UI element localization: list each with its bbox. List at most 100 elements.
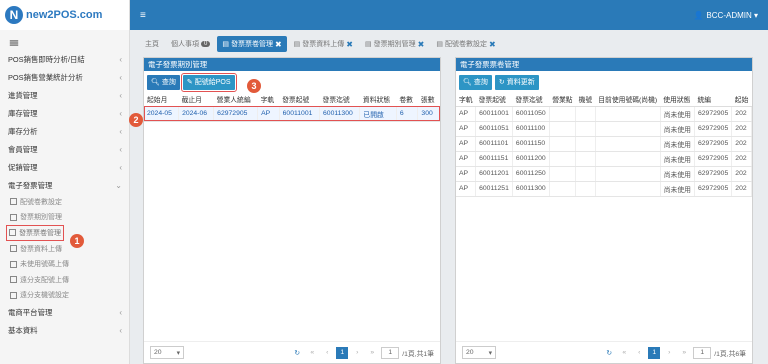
tab-invoice-roll[interactable]: ▤ 發票票卷管理 ✖ xyxy=(217,36,287,52)
sidebar-item[interactable]: 庫存分析 ‹ xyxy=(0,122,129,140)
user-menu[interactable]: 👤 BCC-ADMIN ▾ xyxy=(693,11,758,20)
table-row[interactable]: AP 60011201 60011250 尚未使用 62972905 202 xyxy=(456,166,752,182)
sidebar-item[interactable]: 會員管理 ‹ xyxy=(0,140,129,158)
search-icon: 🔍︎ xyxy=(463,79,472,86)
column-header[interactable]: 機號 xyxy=(575,93,596,107)
last-page-button[interactable]: » xyxy=(366,347,378,359)
query-button[interactable]: 🔍︎ 查詢 xyxy=(459,74,492,90)
panel-title: 電子發票票卷管理 xyxy=(456,58,752,71)
table-cell: AP xyxy=(456,121,477,137)
last-page-button[interactable]: » xyxy=(678,347,690,359)
next-page-button[interactable]: › xyxy=(663,347,675,359)
prev-page-button[interactable]: ‹ xyxy=(633,347,645,359)
sidebar-toggle-icon[interactable] xyxy=(9,42,19,44)
table-cell: 62972905 xyxy=(694,166,733,182)
first-page-button[interactable]: « xyxy=(306,347,318,359)
column-header[interactable]: 發票起號 xyxy=(475,93,513,107)
table-row[interactable]: AP 60011101 60011150 尚未使用 62972905 202 xyxy=(456,136,752,152)
goto-page-input[interactable]: 1 xyxy=(693,346,712,359)
column-header[interactable]: 統編 xyxy=(694,93,732,107)
column-header[interactable]: 使用狀態 xyxy=(660,93,695,107)
sidebar-subitem[interactable]: 未使用號碼上傳 xyxy=(0,256,129,272)
next-page-button[interactable]: › xyxy=(351,347,363,359)
sidebar-item[interactable]: 基本資料 ‹ xyxy=(0,321,129,339)
column-header[interactable]: 發票起號 xyxy=(279,93,320,107)
tab-bar: 主頁 個人事項 0 ▤ 發票票卷管理 ✖ ▤ 發票資料上傳 ✖ ▤ 發票期別管理… xyxy=(130,34,768,54)
column-header[interactable]: 張數 xyxy=(417,93,440,107)
close-icon[interactable]: ✖ xyxy=(418,40,425,49)
refresh-icon[interactable]: ↻ xyxy=(291,347,303,359)
sidebar-item[interactable]: POS銷售即時分析/日結 ‹ xyxy=(0,50,129,68)
logo[interactable]: N new2POS.com xyxy=(0,0,129,30)
refresh-icon[interactable]: ↻ xyxy=(603,347,615,359)
sidebar-item-label: 庫存管理 xyxy=(8,108,38,118)
sidebar-subitem[interactable]: 發票票卷管理 xyxy=(6,225,64,241)
sidebar-item[interactable]: 進貨管理 ‹ xyxy=(0,86,129,104)
column-header[interactable]: 起始 xyxy=(731,93,752,107)
table-cell: 60011250 xyxy=(512,166,550,182)
column-header[interactable]: 起始月 xyxy=(144,93,179,107)
table-row[interactable]: 2024-05 2024-06 62972905 AP 60011001 60011300… xyxy=(144,106,440,122)
sidebar-item[interactable]: POS銷售營業統計分析 ‹ xyxy=(0,68,129,86)
column-header[interactable]: 發票迄號 xyxy=(512,93,550,107)
tab-label: 個人事項 xyxy=(171,41,199,48)
table-row[interactable]: AP 60011151 60011200 尚未使用 62972905 202 xyxy=(456,151,752,167)
assign-pos-button[interactable]: ✎ 配號給POS xyxy=(180,72,237,92)
chevron-icon: ⌄ xyxy=(115,180,122,190)
sidebar-subitem[interactable]: 配號卷數設定 xyxy=(0,194,129,210)
tab-invoice-upload[interactable]: ▤ 發票資料上傳 ✖ xyxy=(289,36,358,52)
goto-page-input[interactable]: 1 xyxy=(381,346,400,359)
page-size-select[interactable]: 20 ▾ xyxy=(150,346,184,359)
tab-invoice-period[interactable]: ▤ 發票期別管理 ✖ xyxy=(360,36,429,52)
tab-assign-settings[interactable]: ▤ 配號卷數設定 ✖ xyxy=(431,36,500,52)
prev-page-button[interactable]: ‹ xyxy=(321,347,333,359)
panel-title: 電子發票期別管理 xyxy=(144,58,440,71)
chevron-icon: ‹ xyxy=(119,108,122,118)
column-header[interactable]: 資料狀態 xyxy=(359,93,397,107)
page-size-select[interactable]: 20 ▾ xyxy=(462,346,496,359)
table-cell: 62972905 xyxy=(694,181,733,197)
table-cell xyxy=(549,151,577,167)
column-header[interactable]: 字軌 xyxy=(257,93,280,107)
sidebar-item-label: 進貨管理 xyxy=(8,90,38,100)
column-header[interactable]: 字軌 xyxy=(456,93,476,107)
column-header[interactable]: 營業點 xyxy=(549,93,576,107)
current-page[interactable]: 1 xyxy=(648,346,661,359)
table-row[interactable]: AP 60011001 60011050 尚未使用 62972905 202 xyxy=(456,106,752,122)
table-cell: 60011101 xyxy=(475,136,513,152)
column-header[interactable]: 營業人統編 xyxy=(213,93,258,107)
sidebar-item[interactable]: 電商平台管理 ‹ xyxy=(0,303,129,321)
tab-home[interactable]: 主頁 xyxy=(140,36,164,52)
refresh-data-button[interactable]: ↻ 資料更新 xyxy=(494,74,539,90)
sidebar-subitem[interactable]: 遠分支機號設定 xyxy=(0,288,129,304)
current-page[interactable]: 1 xyxy=(336,346,349,359)
table-cell: AP xyxy=(456,151,477,167)
close-icon[interactable]: ✖ xyxy=(275,40,282,49)
sidebar-subitem[interactable]: 發票資料上傳 xyxy=(0,241,129,257)
table-cell: 60011151 xyxy=(475,151,513,167)
table-cell xyxy=(575,106,596,122)
first-page-button[interactable]: « xyxy=(618,347,630,359)
close-icon[interactable]: ✖ xyxy=(489,40,496,49)
table-row[interactable]: AP 60011251 60011300 尚未使用 62972905 202 xyxy=(456,181,752,197)
column-header[interactable]: 截止月 xyxy=(178,93,214,107)
sidebar-subitem[interactable]: 遠分支配號上傳 xyxy=(0,272,129,288)
table-cell: 60011251 xyxy=(475,181,513,197)
query-button[interactable]: 🔍︎ 查詢 xyxy=(147,74,180,90)
table-cell xyxy=(595,181,661,197)
table-cell xyxy=(595,121,661,137)
sidebar-subitem[interactable]: 發票期別管理 xyxy=(0,210,129,226)
tab-personal[interactable]: 個人事項 0 xyxy=(166,36,215,52)
sidebar-item[interactable]: 電子發票管理 ⌄ xyxy=(0,176,129,194)
sidebar-item[interactable]: 促銷管理 ‹ xyxy=(0,158,129,176)
sidebar-item[interactable]: 庫存管理 ‹ xyxy=(0,104,129,122)
menu-toggle-icon[interactable]: ≡ xyxy=(140,10,146,21)
close-icon[interactable]: ✖ xyxy=(346,40,353,49)
column-header[interactable]: 發票迄號 xyxy=(319,93,360,107)
table-cell xyxy=(595,166,661,182)
table-row[interactable]: AP 60011051 60011100 尚未使用 62972905 202 xyxy=(456,121,752,137)
column-header[interactable]: 目前使用號碼(尚機) xyxy=(595,93,661,107)
column-header[interactable]: 卷數 xyxy=(396,93,418,107)
table-cell: 尚未使用 xyxy=(660,136,696,152)
chevron-icon: ‹ xyxy=(119,126,122,136)
